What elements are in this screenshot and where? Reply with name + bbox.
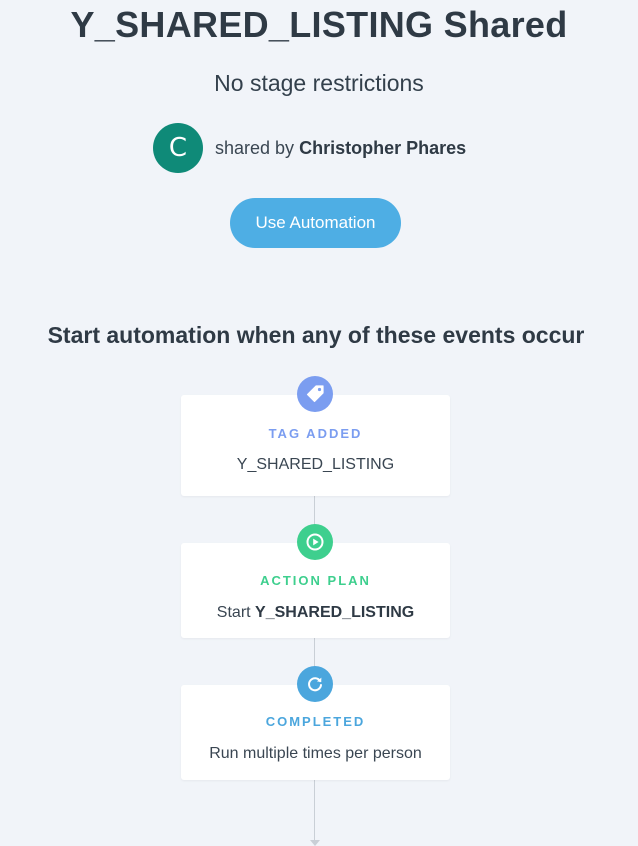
shared-by-prefix: shared by — [215, 137, 295, 158]
shared-by-row: C shared by Christopher Phares — [153, 123, 466, 173]
trigger-label: COMPLETED — [265, 714, 366, 729]
action-plan-name: Y_SHARED_LISTING — [255, 604, 415, 621]
play-circle-icon — [297, 524, 333, 560]
tag-icon — [297, 376, 333, 412]
connector-line — [314, 780, 315, 840]
avatar-initial: C — [168, 133, 188, 163]
shared-automation-page: Y_SHARED_LISTING Shared No stage restric… — [0, 0, 638, 846]
trigger-value: Start Y_SHARED_LISTING — [181, 604, 450, 622]
shared-by-text: shared by Christopher Phares — [215, 138, 466, 159]
trigger-section-heading: Start automation when any of these event… — [47, 322, 585, 348]
trigger-label: TAG ADDED — [268, 426, 363, 441]
refresh-icon — [297, 666, 333, 702]
use-automation-label: Use Automation — [255, 213, 376, 232]
action-plan-prefix: Start — [216, 604, 251, 621]
trigger-label: ACTION PLAN — [260, 573, 371, 588]
connector-arrow — [310, 840, 320, 846]
avatar: C — [153, 123, 203, 173]
trigger-value: Y_SHARED_LISTING — [236, 456, 395, 473]
sharer-name: Christopher Phares — [299, 137, 467, 158]
stage-restrictions-text: No stage restrictions — [214, 70, 424, 96]
trigger-value: Run multiple times per person — [209, 745, 422, 762]
page-title: Y_SHARED_LISTING Shared — [70, 4, 568, 45]
use-automation-button[interactable]: Use Automation — [230, 198, 401, 248]
